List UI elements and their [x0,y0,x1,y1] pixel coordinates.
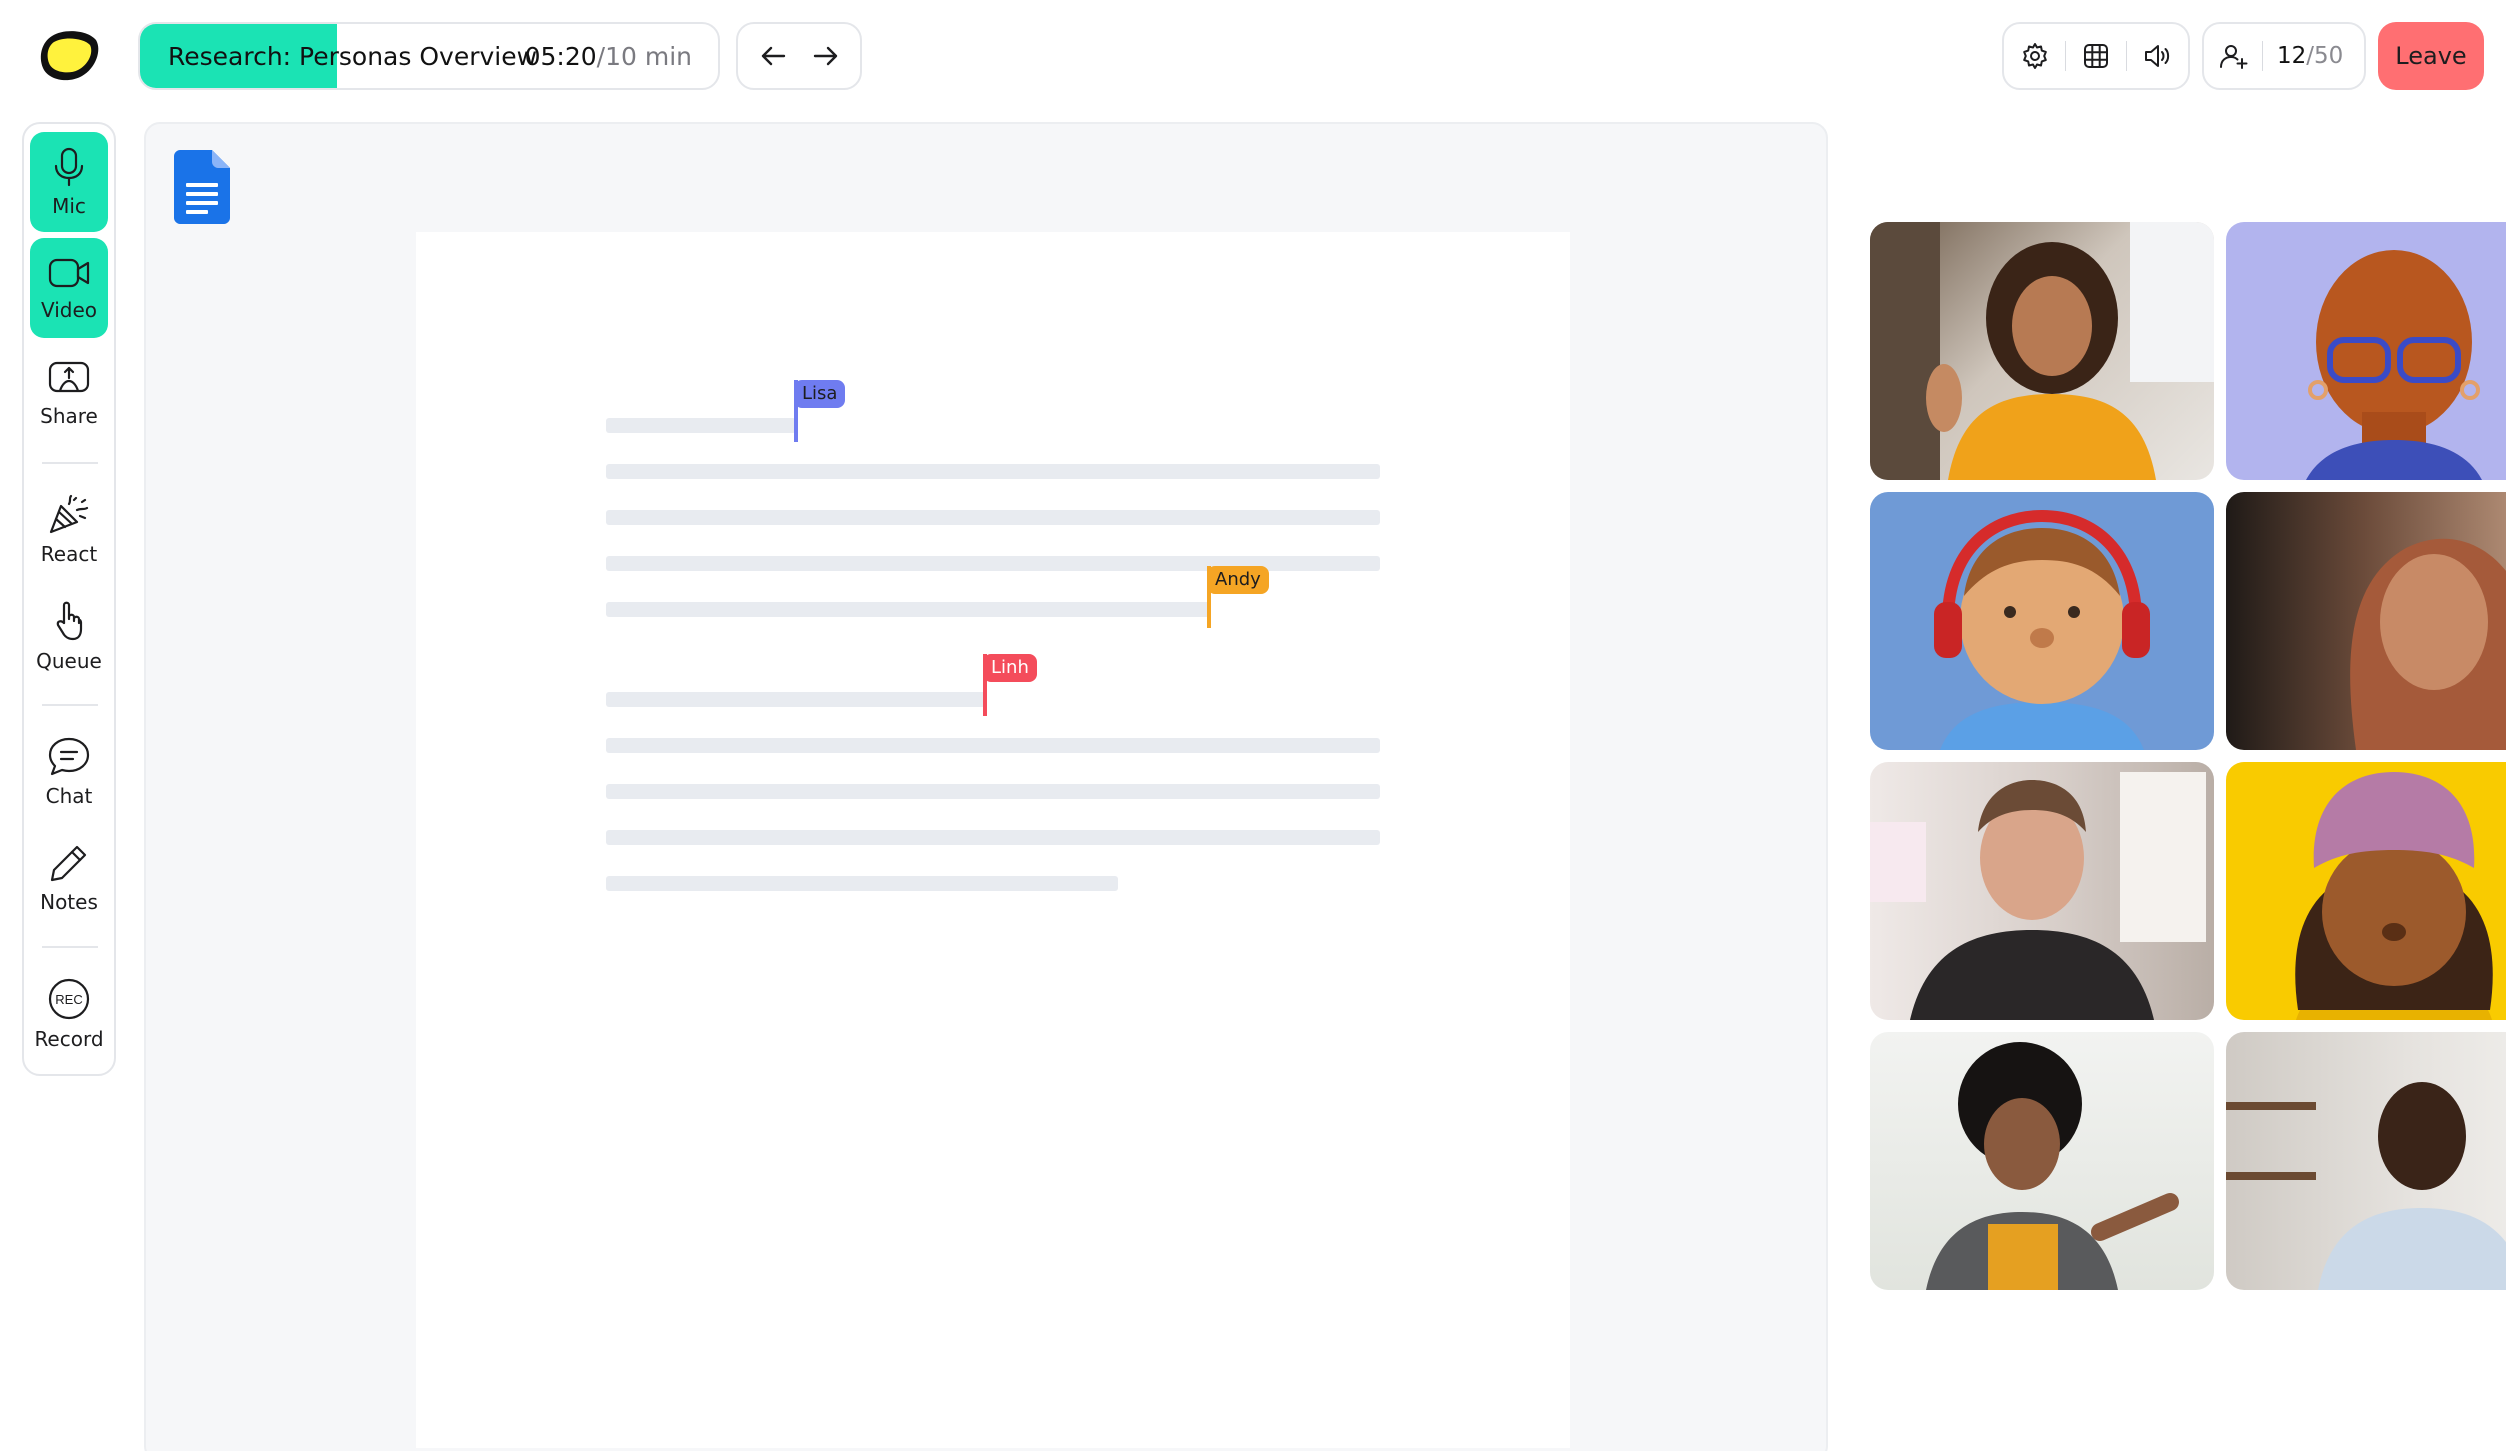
leave-button[interactable]: Leave [2378,22,2484,90]
meeting-room: Research: Personas Overview 05:20 /10 mi… [0,0,2506,1451]
text-line [606,830,1380,845]
room-tools [2002,22,2190,90]
previous-button[interactable] [758,41,788,71]
participant-count: 12/50 [2277,43,2344,69]
text-line [606,510,1380,525]
video-button[interactable]: Video [30,238,108,338]
text-line [606,418,796,433]
participant-video-tile[interactable] [1870,492,2214,750]
gear-icon [2022,43,2047,69]
text-line [606,876,1118,891]
text-line [606,602,1210,617]
participant-camera-image [2226,1082,2506,1290]
participant-camera-image [1926,1042,2179,1290]
text-line [606,692,986,707]
speaker-icon [2145,45,2170,67]
participant-video-tile[interactable] [2226,492,2506,750]
react-label: React [40,542,98,566]
grid-layout-icon [2083,44,2108,68]
participants-counter[interactable]: 12/50 [2202,22,2366,90]
mic-label: Mic [52,194,86,218]
agenda-progress[interactable]: Research: Personas Overview 05:20 /10 mi… [138,22,720,90]
chat-bubble-icon [48,737,90,776]
mic-button[interactable]: Mic [30,132,108,232]
participant-video-tile[interactable] [2226,762,2506,1020]
cursor-name-tag: Lisa [794,380,846,408]
participant-camera-image [1870,772,2206,1020]
participant-camera-image [2350,538,2506,750]
participant-avatar-image [1934,509,2150,750]
cursor-name-tag: Linh [983,654,1037,682]
record-button[interactable]: REC Record [30,964,108,1064]
text-line [606,784,1380,799]
toolbar-divider [42,946,98,948]
queue-label: Queue [36,649,102,673]
text-line [606,738,1380,753]
participant-video-tile[interactable] [2226,222,2506,480]
toolbar-divider [42,462,98,464]
record-badge-text: REC [55,992,82,1007]
chat-button[interactable]: Chat [30,722,108,822]
text-line [606,464,1380,479]
react-button[interactable]: React [30,480,108,580]
participant-video-tile[interactable] [1870,762,2214,1020]
participant-video-tile[interactable] [2226,1032,2506,1290]
timer-elapsed: 05:20 [524,41,597,71]
document-page[interactable]: Lisa Andy Linh [416,232,1570,1448]
agenda-timer: 05:20 /10 min [525,24,692,88]
participant-video-tile[interactable] [1870,1032,2214,1290]
notes-label: Notes [40,890,98,914]
record-icon: REC [48,978,90,1020]
share-button[interactable]: Share [30,344,108,444]
layout-button[interactable] [2081,41,2111,71]
participant-camera-image [1870,222,2214,480]
invite-button[interactable] [2218,41,2248,71]
next-button[interactable] [811,41,841,71]
arrow-left-icon [761,46,785,66]
party-popper-icon [49,494,89,534]
arrow-right-icon [813,46,837,66]
participant-avatar-image [2306,250,2482,480]
shared-document-panel: Lisa Andy Linh [144,122,1828,1451]
chat-label: Chat [45,784,93,808]
record-label: Record [34,1027,104,1051]
screen-share-icon [48,361,90,393]
video-label: Video [40,298,98,322]
left-toolbar: Mic Video Share React Queue Chat Notes R… [22,122,116,1076]
tools-divider [2064,41,2066,71]
counter-divider [2262,41,2263,71]
participant-video-tile[interactable] [1870,222,2214,480]
tools-divider [2126,41,2128,71]
share-label: Share [40,404,98,428]
pencil-icon [50,845,87,882]
settings-button[interactable] [2020,41,2050,71]
queue-button[interactable]: Queue [30,586,108,686]
audio-button[interactable] [2142,41,2172,71]
agenda-title: Research: Personas Overview [168,41,538,71]
raised-hand-icon [56,601,83,641]
cursor-name-tag: Andy [1207,566,1269,594]
add-user-icon [2220,45,2248,69]
microphone-icon [54,147,84,187]
app-logo [40,31,99,81]
google-docs-icon[interactable] [174,150,230,224]
video-camera-icon [48,258,90,288]
participant-avatar-image [2295,772,2493,1020]
toolbar-divider [42,704,98,706]
timer-total: /10 min [596,41,692,71]
agenda-navigation [736,22,862,90]
notes-button[interactable]: Notes [30,828,108,928]
